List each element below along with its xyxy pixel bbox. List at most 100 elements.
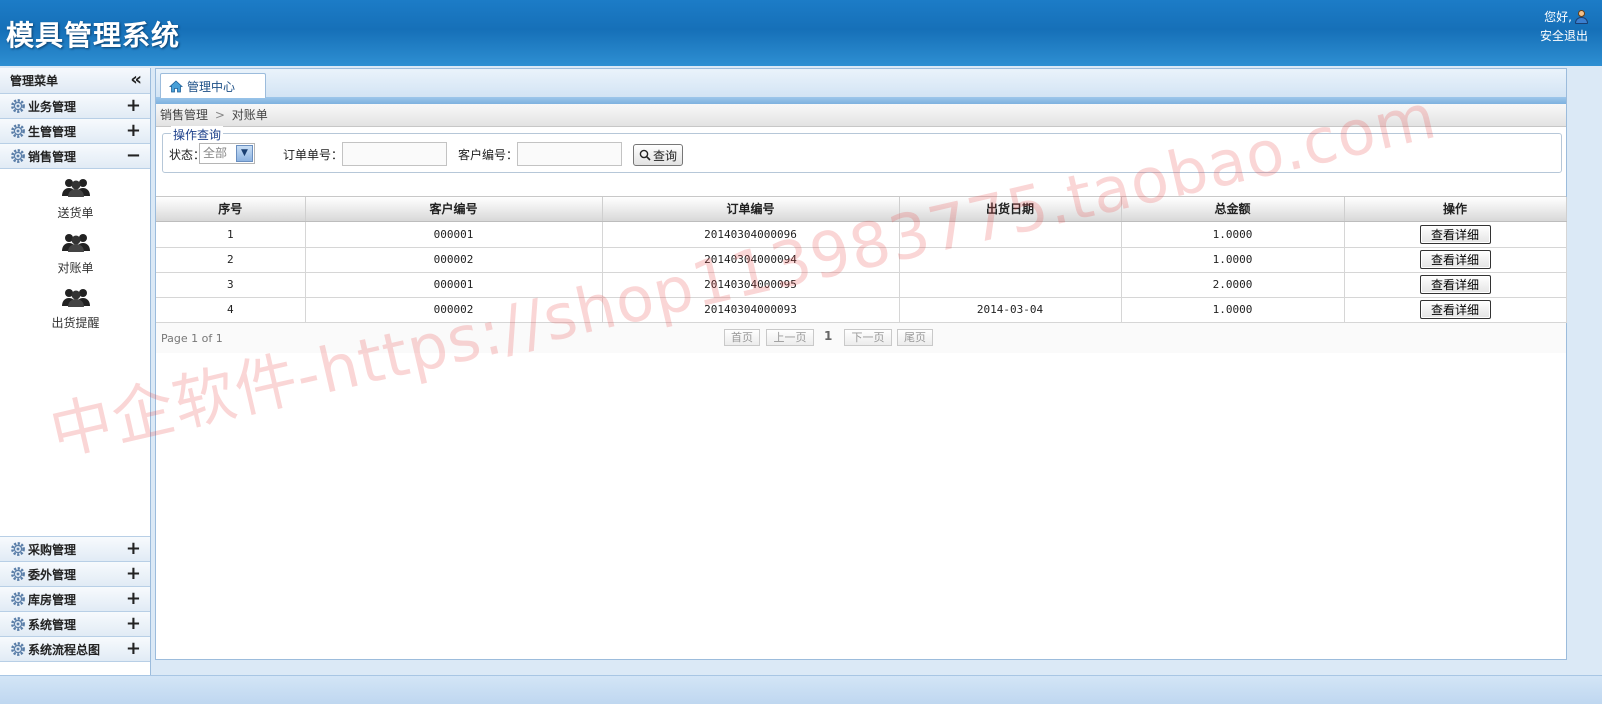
view-details-button[interactable]: 查看详细 bbox=[1419, 250, 1491, 269]
column-header-customer[interactable]: 客户编号 bbox=[305, 197, 603, 222]
expand-icon[interactable]: + bbox=[126, 538, 141, 560]
cell-seq: 3 bbox=[156, 272, 306, 298]
menu-category-system[interactable]: 系统管理 + bbox=[0, 612, 150, 637]
expand-icon[interactable]: + bbox=[126, 613, 141, 635]
menu-category-business[interactable]: 业务管理 + bbox=[0, 94, 150, 119]
cell-seq: 1 bbox=[156, 221, 306, 248]
column-header-amount[interactable]: 总金额 bbox=[1121, 197, 1345, 222]
tab-strip bbox=[156, 97, 1566, 104]
logout-link[interactable]: 安全退出 bbox=[1540, 27, 1588, 44]
expand-icon[interactable]: + bbox=[126, 563, 141, 585]
collapse-icon[interactable]: − bbox=[126, 145, 141, 167]
tab-management-center[interactable]: 管理中心 bbox=[160, 73, 266, 98]
cell-action: 查看详细 bbox=[1344, 221, 1567, 248]
menu-category-production[interactable]: 生管管理 + bbox=[0, 119, 150, 144]
search-icon bbox=[639, 149, 651, 161]
cell-action: 查看详细 bbox=[1344, 272, 1567, 298]
prev-page-button[interactable]: 上一页 bbox=[766, 328, 814, 346]
breadcrumb-separator: > bbox=[214, 108, 225, 122]
menu-category-sales[interactable]: 销售管理 − bbox=[0, 144, 150, 169]
status-select[interactable]: 全部 ▼ bbox=[199, 143, 255, 164]
gear-icon bbox=[11, 642, 25, 656]
gear-icon bbox=[11, 567, 25, 581]
sidebar-header: 管理菜单 « bbox=[0, 68, 150, 94]
tab-bar: 管理中心 bbox=[156, 69, 1566, 98]
menu-category-label: 系统流程总图 bbox=[28, 642, 101, 657]
cell-order: 20140304000096 bbox=[602, 221, 900, 248]
users-icon bbox=[61, 179, 90, 197]
breadcrumb-section: 销售管理 bbox=[160, 108, 209, 122]
users-icon bbox=[61, 234, 90, 252]
cell-seq: 4 bbox=[156, 297, 306, 323]
cell-amount: 1.0000 bbox=[1121, 221, 1345, 248]
expand-icon[interactable]: + bbox=[126, 638, 141, 660]
column-header-seq[interactable]: 序号 bbox=[156, 197, 306, 222]
greeting-text: 您好, bbox=[1544, 10, 1572, 24]
menu-category-purchasing[interactable]: 采购管理 + bbox=[0, 537, 150, 562]
cell-amount: 1.0000 bbox=[1121, 247, 1345, 273]
expand-icon[interactable]: + bbox=[126, 120, 141, 142]
main-panel: 管理中心 销售管理 > 对账单 操作查询 状态： 全部 ▼ 订单单号： 客户编号… bbox=[155, 68, 1567, 660]
gear-icon bbox=[11, 617, 25, 631]
cell-ship-date bbox=[899, 247, 1122, 273]
submenu-item-label: 对账单 bbox=[57, 261, 94, 275]
gear-icon bbox=[11, 592, 25, 606]
pagination-bar: Page 1 of 1 首页 上一页 1 下一页 尾页 bbox=[156, 322, 1566, 353]
cell-amount: 1.0000 bbox=[1121, 297, 1345, 323]
submenu-item-label: 出货提醒 bbox=[51, 316, 100, 330]
cell-action: 查看详细 bbox=[1344, 297, 1567, 323]
cell-order: 20140304000094 bbox=[602, 247, 900, 273]
statement-grid: 序号 客户编号 订单编号 出货日期 总金额 操作 1 000001 201403… bbox=[156, 196, 1567, 353]
table-row[interactable]: 1 000001 20140304000096 1.0000 查看详细 bbox=[156, 221, 1567, 248]
cell-customer: 000001 bbox=[305, 272, 603, 298]
order-number-input[interactable] bbox=[342, 142, 447, 166]
submenu-item-statement[interactable]: 对账单 bbox=[0, 224, 151, 279]
menu-category-outsourcing[interactable]: 委外管理 + bbox=[0, 562, 150, 587]
app-header: 模具管理系统 您好, 安全退出 bbox=[0, 0, 1602, 66]
statement-table: 序号 客户编号 订单编号 出货日期 总金额 操作 1 000001 201403… bbox=[156, 197, 1567, 323]
menu-category-process-map[interactable]: 系统流程总图 + bbox=[0, 637, 150, 662]
footer-bar bbox=[0, 675, 1602, 704]
view-details-button[interactable]: 查看详细 bbox=[1419, 300, 1491, 319]
submenu-item-shipment-reminder[interactable]: 出货提醒 bbox=[0, 279, 151, 334]
home-icon bbox=[169, 79, 183, 92]
view-details-button[interactable]: 查看详细 bbox=[1419, 224, 1491, 244]
cell-customer: 000002 bbox=[305, 247, 603, 273]
cell-seq: 2 bbox=[156, 247, 306, 273]
current-page-number: 1 bbox=[824, 328, 833, 343]
cell-ship-date bbox=[899, 272, 1122, 298]
gear-icon bbox=[11, 124, 25, 138]
table-row[interactable]: 4 000002 20140304000093 2014-03-04 1.000… bbox=[156, 297, 1567, 323]
submenu-item-delivery-note[interactable]: 送货单 bbox=[0, 169, 151, 224]
users-icon bbox=[61, 289, 90, 307]
menu-category-label: 业务管理 bbox=[28, 99, 77, 114]
page-info: Page 1 of 1 bbox=[161, 331, 223, 345]
table-row[interactable]: 2 000002 20140304000094 1.0000 查看详细 bbox=[156, 247, 1567, 273]
cell-action: 查看详细 bbox=[1344, 247, 1567, 273]
menu-category-label: 系统管理 bbox=[28, 617, 77, 632]
query-legend: 操作查询 bbox=[171, 126, 224, 143]
cell-customer: 000001 bbox=[305, 221, 603, 248]
expand-icon[interactable]: + bbox=[126, 95, 141, 117]
table-row[interactable]: 3 000001 20140304000095 2.0000 查看详细 bbox=[156, 272, 1567, 298]
first-page-button[interactable]: 首页 bbox=[724, 328, 760, 346]
user-icon bbox=[1574, 9, 1588, 24]
collapse-sidebar-icon[interactable]: « bbox=[130, 70, 142, 90]
search-button[interactable]: 查询 bbox=[633, 144, 683, 166]
sidebar: 管理菜单 « 业务管理 + 生管管理 + 销售管理 − 送货单 对账单 出货提醒… bbox=[0, 68, 151, 675]
expand-icon[interactable]: + bbox=[126, 588, 141, 610]
breadcrumb-page: 对账单 bbox=[231, 108, 268, 122]
menu-category-label: 库房管理 bbox=[28, 592, 77, 607]
chevron-down-icon: ▼ bbox=[236, 145, 253, 162]
gear-icon bbox=[11, 149, 25, 163]
column-header-ship-date[interactable]: 出货日期 bbox=[899, 197, 1122, 222]
view-details-button[interactable]: 查看详细 bbox=[1419, 275, 1491, 294]
menu-category-label: 采购管理 bbox=[28, 542, 77, 557]
last-page-button[interactable]: 尾页 bbox=[897, 328, 933, 346]
menu-category-warehouse[interactable]: 库房管理 + bbox=[0, 587, 150, 612]
customer-number-input[interactable] bbox=[517, 142, 622, 166]
next-page-button[interactable]: 下一页 bbox=[844, 328, 892, 346]
user-greeting: 您好, bbox=[1544, 8, 1588, 25]
status-select-value: 全部 bbox=[203, 146, 228, 160]
column-header-order[interactable]: 订单编号 bbox=[602, 197, 900, 222]
